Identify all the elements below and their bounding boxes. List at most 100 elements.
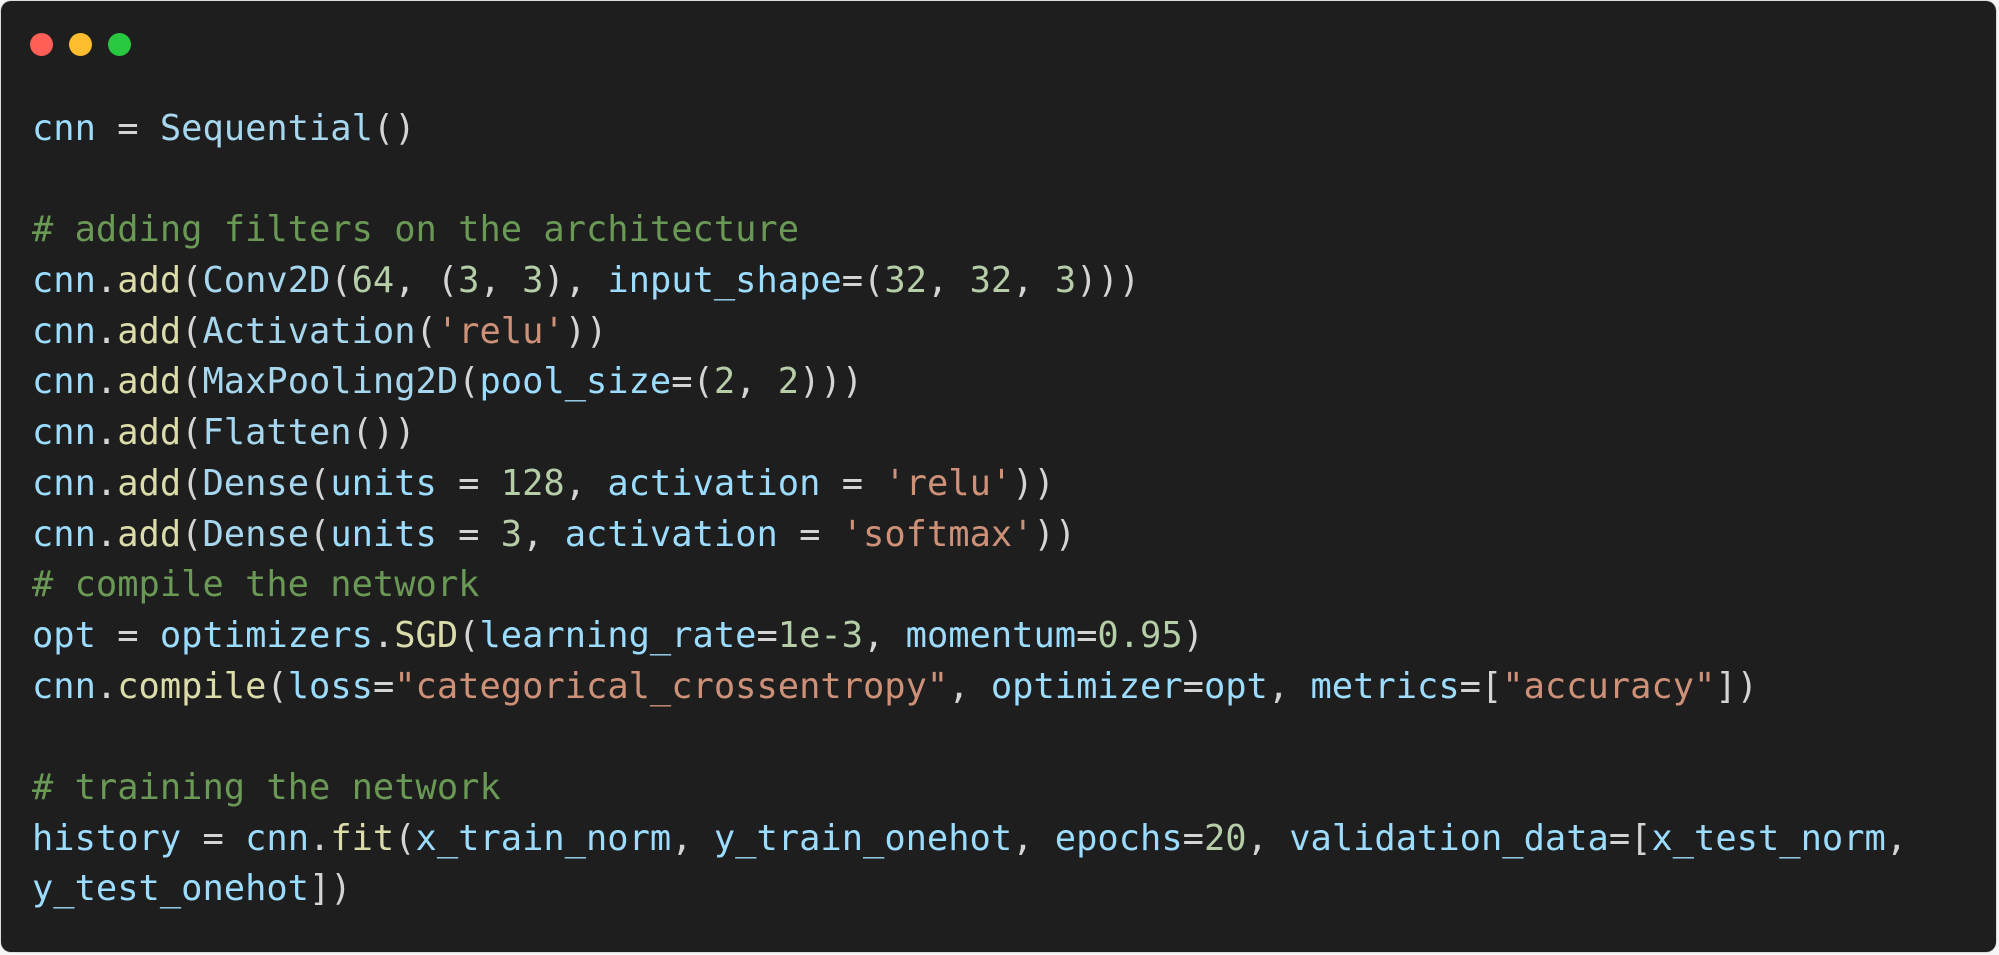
code-line: cnn.add(Dense(units = 128, activation = … — [32, 459, 1907, 510]
code-token: momentum — [905, 614, 1077, 656]
code-token: 0.95 — [1097, 614, 1183, 656]
code-token: SGD — [394, 614, 459, 656]
code-token: = — [95, 108, 160, 149]
code-token: cnn — [32, 462, 96, 504]
code-token: = — [777, 513, 842, 555]
code-token: , — [522, 513, 565, 555]
code-token: opt — [32, 614, 96, 656]
code-token: . — [95, 361, 118, 403]
code-token: ) — [1182, 614, 1204, 656]
code-token: 2 — [713, 361, 736, 403]
code-token: = — [436, 462, 501, 504]
code-token: , — [564, 462, 608, 504]
code-token: add — [117, 412, 182, 454]
code-token: optimizers — [159, 614, 373, 656]
code-token: ( — [181, 513, 203, 555]
code-token: ]) — [1715, 665, 1758, 707]
code-token: ))) — [799, 361, 864, 403]
code-token: . — [95, 310, 118, 352]
code-token: , — [479, 260, 523, 302]
code-token: opt — [1203, 665, 1268, 707]
code-token: = — [181, 817, 246, 859]
code-token: =[ — [1459, 665, 1503, 707]
code-token: Flatten — [202, 412, 352, 454]
code-token: cnn — [32, 513, 96, 555]
code-token: "accuracy" — [1502, 665, 1716, 707]
code-token: . — [95, 260, 118, 302]
code-token: cnn — [32, 665, 96, 707]
code-token: x_train_norm — [415, 817, 672, 859]
code-token: cnn — [32, 412, 96, 454]
code-block: cnn = Sequential() # adding filters on t… — [32, 104, 1907, 915]
code-token: cnn — [32, 260, 96, 302]
code-token: , ( — [394, 260, 459, 302]
code-token: , — [863, 614, 906, 656]
code-line: y_test_onehot]) — [32, 864, 1907, 915]
close-button[interactable] — [30, 33, 53, 56]
code-token: # compile the network — [32, 564, 480, 606]
code-token: x_test_norm — [1651, 817, 1886, 859]
code-token: ( — [309, 462, 331, 504]
code-token: MaxPooling2D — [202, 361, 459, 403]
code-line: history = cnn.fit(x_train_norm, y_train_… — [32, 814, 1907, 865]
code-token: y_test_onehot — [32, 868, 309, 910]
code-token: add — [117, 260, 182, 302]
code-token: activation — [564, 513, 778, 555]
code-token: add — [117, 310, 182, 352]
code-token: add — [117, 361, 182, 403]
code-token: )) — [1033, 513, 1077, 555]
code-line: # training the network — [32, 763, 1907, 814]
code-token: ))) — [1076, 260, 1141, 302]
code-token: ( — [181, 462, 203, 504]
code-token: ), — [543, 260, 608, 302]
code-token: 32 — [969, 260, 1013, 302]
code-token: = — [1182, 665, 1204, 707]
minimize-button[interactable] — [69, 33, 92, 56]
code-token: ( — [181, 361, 203, 403]
code-token: . — [309, 817, 331, 859]
code-token: cnn — [32, 108, 96, 149]
code-line: cnn.add(MaxPooling2D(pool_size=(2, 2))) — [32, 357, 1907, 408]
code-line: cnn.add(Conv2D(64, (3, 3), input_shape=(… — [32, 256, 1907, 307]
code-token: validation_data — [1289, 817, 1609, 859]
code-token: , — [926, 260, 970, 302]
code-token: ( — [458, 361, 480, 403]
code-token: , — [735, 361, 778, 403]
window-controls — [30, 33, 131, 56]
code-token: , — [1885, 817, 1908, 859]
code-token: add — [117, 513, 182, 555]
code-line: cnn.add(Dense(units = 3, activation = 's… — [32, 510, 1907, 561]
code-line: cnn.compile(loss="categorical_crossentro… — [32, 662, 1907, 713]
code-token: = — [1182, 817, 1204, 859]
code-token: = — [372, 665, 395, 707]
code-line: cnn = Sequential() — [32, 104, 1907, 155]
code-token: Dense — [202, 462, 310, 504]
code-token: 32 — [884, 260, 927, 302]
code-line: opt = optimizers.SGD(learning_rate=1e-3,… — [32, 611, 1907, 662]
code-token: units — [330, 513, 437, 555]
code-token: = — [95, 614, 160, 656]
zoom-button[interactable] — [108, 33, 131, 56]
code-token: units — [330, 462, 437, 504]
code-token: ]) — [309, 868, 352, 910]
code-token: , — [1267, 665, 1311, 707]
code-token: , — [1246, 817, 1290, 859]
code-token: activation — [607, 462, 821, 504]
code-token: add — [117, 462, 182, 504]
code-token: = — [820, 462, 885, 504]
code-token: ( — [181, 310, 203, 352]
code-token: history — [32, 817, 182, 859]
code-token: ( — [330, 260, 352, 302]
code-token: epochs — [1054, 817, 1183, 859]
code-token: ()) — [351, 412, 416, 454]
code-token: 2 — [777, 361, 800, 403]
code-token: learning_rate — [479, 614, 757, 656]
code-token: ( — [458, 614, 480, 656]
code-token: cnn — [32, 361, 96, 403]
code-token: =( — [841, 260, 885, 302]
code-token: Dense — [202, 513, 310, 555]
code-token: = — [756, 614, 778, 656]
code-token: Sequential — [159, 108, 373, 149]
code-token: . — [95, 513, 118, 555]
